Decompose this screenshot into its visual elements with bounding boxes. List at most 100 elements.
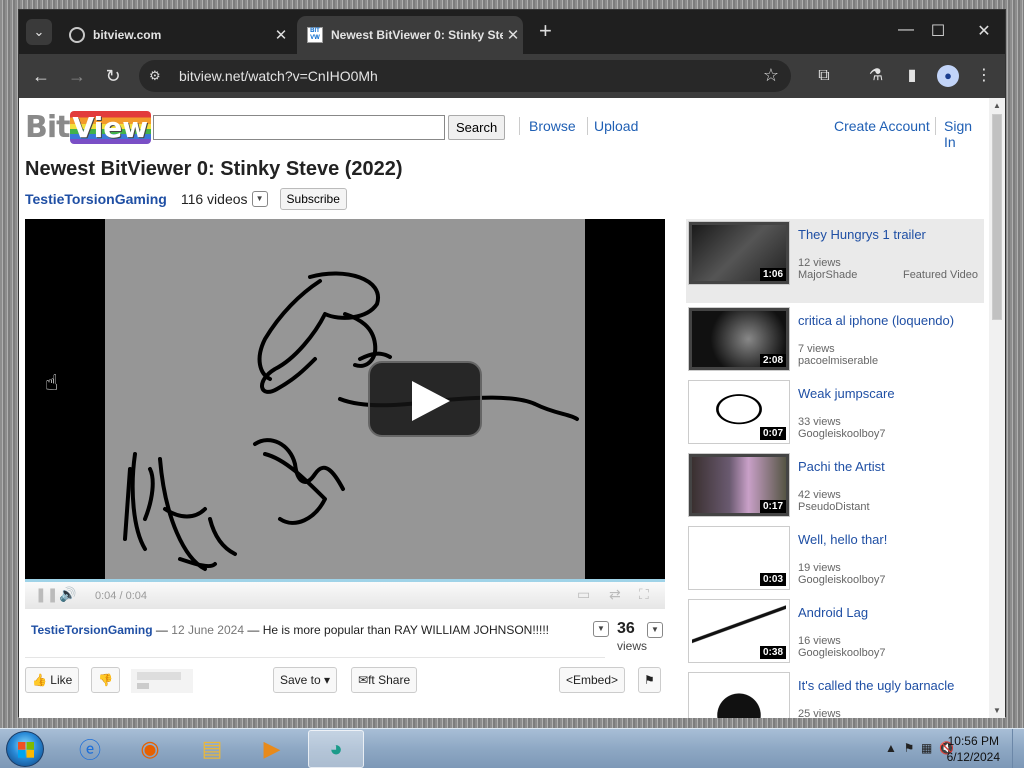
- separator: —: [155, 623, 172, 637]
- chevron-down-icon[interactable]: ▼: [593, 621, 609, 637]
- related-user: Googleiskoolboy7: [798, 574, 886, 586]
- separator: —: [247, 623, 263, 637]
- dislike-button[interactable]: 👎: [91, 667, 120, 693]
- related-video[interactable]: 0:07 Weak jumpscare 33 views Googleiskoo…: [686, 378, 984, 448]
- time-display: 0:04 / 0:04: [95, 590, 147, 602]
- flag-icon[interactable]: ⚑: [904, 741, 915, 755]
- video-thumbnail[interactable]: 0:38: [688, 599, 790, 663]
- browse-link[interactable]: Browse: [529, 118, 576, 134]
- subscribe-button[interactable]: Subscribe: [279, 188, 347, 210]
- forward-button[interactable]: →: [65, 64, 89, 88]
- firefox-icon[interactable]: ◉: [122, 730, 178, 768]
- site-info-icon[interactable]: ⚙: [149, 68, 169, 84]
- browser-toolbar: ← → ↻ ⚙ bitview.net/watch?v=CnIHO0Mh ☆ ⧉…: [19, 54, 1005, 98]
- divider: [935, 117, 936, 135]
- tab-search-button[interactable]: ⌄: [26, 19, 52, 45]
- upload-link[interactable]: Upload: [594, 118, 638, 134]
- maximize-button[interactable]: ☐: [915, 21, 961, 41]
- window-size-icon[interactable]: ▭: [577, 586, 590, 603]
- media-player-icon[interactable]: ▶: [244, 730, 300, 768]
- chevron-down-icon[interactable]: ▼: [251, 191, 268, 207]
- close-tab-icon[interactable]: ✕: [503, 26, 523, 44]
- related-video-title[interactable]: Well, hello thar!: [798, 532, 887, 547]
- related-video-title[interactable]: Android Lag: [798, 605, 868, 620]
- view-count: 36: [617, 620, 635, 637]
- network-icon[interactable]: ▦: [921, 741, 932, 755]
- bitview-favicon-icon: BIT VW: [307, 27, 323, 43]
- sign-in-link[interactable]: Sign In: [944, 118, 985, 150]
- video-info-bar: TestieTorsionGaming — 12 June 2024 — He …: [25, 616, 609, 658]
- save-to-button[interactable]: Save to ▾: [273, 667, 338, 693]
- new-tab-button[interactable]: +: [539, 20, 552, 42]
- thumbs-up-icon: 👍: [32, 673, 47, 687]
- bitview-logo[interactable]: Bit View: [25, 108, 152, 146]
- reload-button[interactable]: ↻: [101, 64, 125, 88]
- address-bar[interactable]: ⚙ bitview.net/watch?v=CnIHO0Mh ☆: [139, 60, 791, 92]
- related-video-title[interactable]: Pachi the Artist: [798, 459, 885, 474]
- active-app-icon[interactable]: ◕: [308, 730, 364, 768]
- related-video-title[interactable]: They Hungrys 1 trailer: [798, 227, 926, 242]
- back-button[interactable]: ←: [29, 64, 53, 88]
- side-panel-icon[interactable]: ▮: [901, 65, 923, 87]
- start-button[interactable]: [6, 731, 44, 767]
- related-video[interactable]: 0:17 Pachi the Artist 42 views PseudoDis…: [686, 451, 984, 521]
- profile-icon[interactable]: ●: [937, 65, 959, 87]
- create-account-link[interactable]: Create Account: [834, 118, 930, 134]
- video-thumbnail[interactable]: 0:03: [688, 526, 790, 590]
- related-video[interactable]: 1:06 They Hungrys 1 trailer 12 views Maj…: [686, 219, 984, 303]
- browser-window: ⌄ bitview.com ✕ BIT VW Newest BitViewer 0…: [18, 9, 1007, 718]
- clock[interactable]: 10:56 PM 6/12/2024: [947, 733, 1000, 765]
- internet-explorer-icon[interactable]: ⓔ: [62, 730, 118, 768]
- divider: [587, 117, 588, 135]
- scroll-down-icon[interactable]: ▼: [993, 706, 1001, 715]
- search-button[interactable]: Search: [448, 115, 506, 140]
- like-button[interactable]: 👍 Like: [25, 667, 80, 693]
- related-video[interactable]: 0:38 Android Lag 16 views Googleiskoolbo…: [686, 597, 984, 667]
- video-thumbnail[interactable]: 0:17: [688, 453, 790, 517]
- related-video[interactable]: 0:03 Well, hello thar! 19 views Googleis…: [686, 524, 984, 594]
- channel-link[interactable]: TestieTorsionGaming: [25, 191, 167, 207]
- file-explorer-icon[interactable]: ▤: [184, 730, 240, 768]
- related-views: 25 views: [798, 708, 841, 718]
- embed-button[interactable]: <Embed>: [559, 667, 626, 693]
- show-hidden-icons[interactable]: ▲: [885, 741, 897, 755]
- video-thumbnail[interactable]: 1:06: [688, 221, 790, 285]
- scrollbar-thumb[interactable]: [992, 114, 1002, 320]
- star-icon[interactable]: ☆: [763, 65, 779, 86]
- related-video[interactable]: 2:08 critica al iphone (loquendo) 7 view…: [686, 305, 984, 375]
- video-player[interactable]: ❚❚ 🔊 0:04 / 0:04 ▭ ⇄ ⛶: [25, 219, 665, 609]
- scroll-up-icon[interactable]: ▲: [993, 101, 1001, 110]
- tab-watch-page[interactable]: BIT VW Newest BitViewer 0: Stinky Ste ✕: [297, 16, 523, 54]
- caret-down-icon: ▾: [324, 673, 331, 687]
- pause-icon[interactable]: ❚❚: [35, 586, 58, 603]
- video-thumbnail[interactable]: 2:08: [688, 307, 790, 371]
- back-arrow-icon: ←: [32, 66, 50, 86]
- related-video-title[interactable]: Weak jumpscare: [798, 386, 895, 401]
- video-thumbnail[interactable]: [688, 672, 790, 718]
- taskbar: ⓔ ◉ ▤ ▶ ◕ ▲ ⚑ ▦ 🔇 10:56 PM 6/12/2024: [0, 728, 1024, 768]
- video-thumbnail[interactable]: 0:07: [688, 380, 790, 444]
- fullscreen-icon[interactable]: ⛶: [639, 586, 649, 603]
- upload-date: 12 June 2024: [171, 623, 244, 637]
- related-video-title[interactable]: critica al iphone (loquendo): [798, 313, 954, 328]
- chevron-down-icon[interactable]: ▼: [647, 622, 663, 638]
- expand-icon[interactable]: ⇄: [609, 586, 621, 603]
- flask-icon[interactable]: ⚗: [865, 65, 887, 87]
- url-text[interactable]: bitview.net/watch?v=CnIHO0Mh: [179, 68, 378, 84]
- volume-icon[interactable]: 🔊: [59, 586, 76, 603]
- divider: [519, 117, 520, 135]
- tab-bitview-com[interactable]: bitview.com ✕: [59, 16, 291, 54]
- close-tab-icon[interactable]: ✕: [271, 26, 291, 44]
- show-desktop-button[interactable]: [1012, 729, 1024, 768]
- search-input[interactable]: [153, 115, 445, 140]
- page-scrollbar[interactable]: ▲ ▼: [989, 98, 1005, 718]
- share-button[interactable]: ✉ft Share: [351, 667, 418, 693]
- related-video[interactable]: It's called the ugly barnacle 25 views: [686, 670, 984, 718]
- uploader-link[interactable]: TestieTorsionGaming: [31, 623, 153, 637]
- kebab-menu-icon[interactable]: ⋮: [973, 65, 995, 87]
- close-window-button[interactable]: ✕: [961, 21, 1007, 41]
- related-video-title[interactable]: It's called the ugly barnacle: [798, 678, 954, 693]
- puzzle-icon[interactable]: ⧉: [813, 65, 835, 87]
- flag-button[interactable]: ⚑: [638, 667, 661, 693]
- play-button[interactable]: [368, 361, 482, 437]
